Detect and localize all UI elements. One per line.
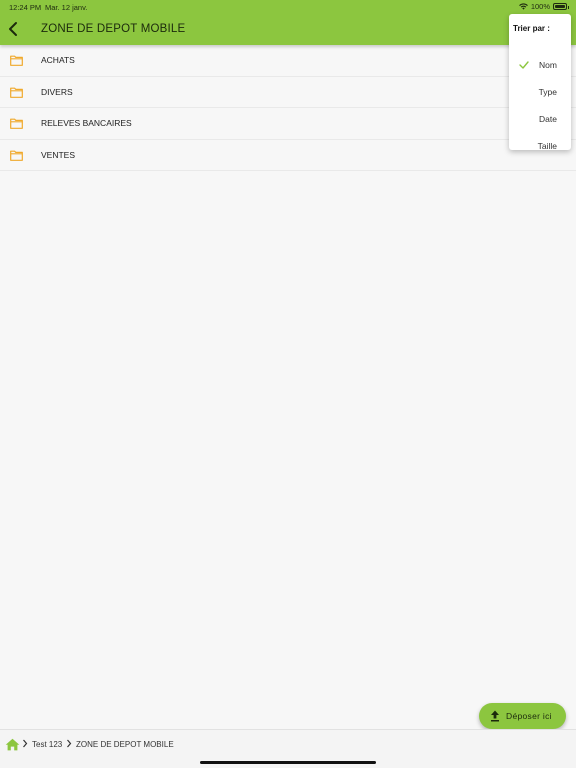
- folder-icon: [10, 55, 23, 66]
- list-item[interactable]: DIVERS: [0, 77, 576, 108]
- check-icon: [519, 61, 529, 69]
- folder-icon: [10, 87, 23, 98]
- page-title: ZONE DE DEPOT MOBILE: [41, 23, 186, 35]
- list-item[interactable]: RELEVES BANCAIRES: [0, 108, 576, 140]
- battery-percent: 100%: [530, 2, 550, 11]
- breadcrumb-item[interactable]: Test 123: [32, 740, 62, 749]
- sort-option-date[interactable]: Date: [509, 111, 571, 129]
- deposit-here-button[interactable]: Déposer ici: [479, 703, 566, 729]
- sort-option-label: Date: [539, 114, 557, 124]
- breadcrumb: Test 123 ZONE DE DEPOT MOBILE: [0, 729, 576, 768]
- folder-label: RELEVES BANCAIRES: [41, 118, 132, 128]
- battery-icon: [553, 3, 569, 10]
- sort-menu-title: Trier par :: [513, 24, 550, 33]
- home-indicator[interactable]: [200, 761, 376, 764]
- sort-menu: Trier par : Nom Type Date Taille: [509, 14, 571, 151]
- folder-icon: [10, 150, 23, 161]
- folder-label: ACHATS: [41, 55, 75, 65]
- breadcrumb-item[interactable]: ZONE DE DEPOT MOBILE: [76, 740, 174, 749]
- folder-icon: [10, 118, 23, 129]
- back-button[interactable]: [6, 20, 22, 38]
- chevron-right-icon: [67, 739, 72, 748]
- sort-option-label: Nom: [539, 60, 557, 70]
- app-header: 12:24 PM Mar. 12 janv. 100% ZONE DE DEPO…: [0, 0, 576, 45]
- folder-list: ACHATS DIVERS RELEVES BANCAIRES VENTES: [0, 45, 576, 171]
- sort-option-label: Type: [538, 87, 557, 97]
- folder-label: DIVERS: [41, 86, 73, 97]
- sort-option-label: Taille: [537, 141, 557, 151]
- home-icon[interactable]: [5, 738, 20, 751]
- upload-icon: [491, 710, 499, 722]
- status-bar: 12:24 PM Mar. 12 janv. 100%: [0, 0, 576, 14]
- sort-option-size[interactable]: Taille: [509, 138, 571, 156]
- deposit-here-label: Déposer ici: [506, 711, 552, 721]
- chevron-right-icon: [23, 739, 28, 748]
- list-item[interactable]: ACHATS: [0, 45, 576, 77]
- sort-option-name[interactable]: Nom: [509, 57, 571, 75]
- list-item[interactable]: VENTES: [0, 140, 576, 171]
- sort-option-type[interactable]: Type: [509, 84, 571, 102]
- folder-label: VENTES: [41, 149, 76, 160]
- status-time: 12:24 PM: [9, 3, 42, 12]
- wifi-icon: [518, 3, 528, 10]
- status-right: 100%: [518, 2, 569, 11]
- status-date: Mar. 12 janv.: [45, 3, 88, 12]
